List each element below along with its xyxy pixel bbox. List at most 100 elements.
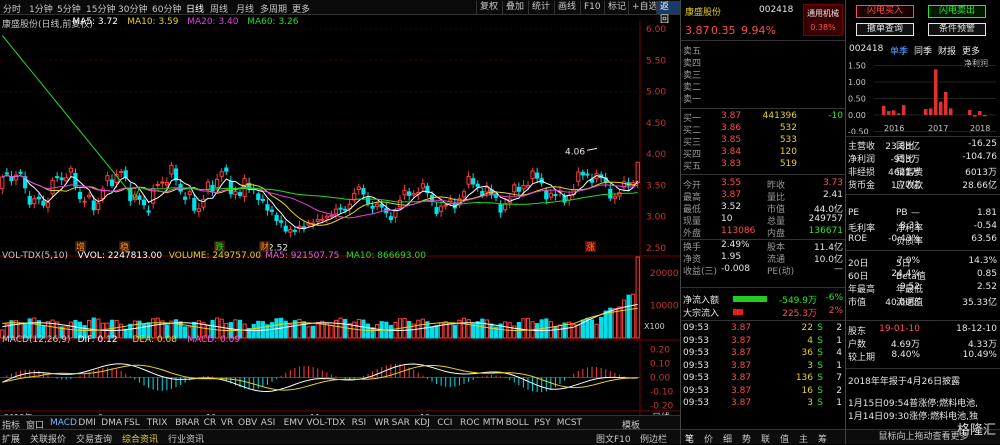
candle-body [301,226,307,229]
f10-tab[interactable]: 图文F10 [596,432,631,445]
indicator-tab-3[interactable]: DMI [78,418,95,428]
indicator-tab-2[interactable]: MACD [50,418,77,428]
perf-row: 60日 24.4% Beta值 0.85 [846,269,1000,282]
view-tab-2[interactable]: 细 [723,432,732,445]
status-tab-4[interactable]: 行业资讯 [168,432,204,445]
indicator-tab-6[interactable]: TRIX [147,418,168,428]
volume-bar [315,322,320,339]
f10-tab-1[interactable]: 同季 [914,44,932,57]
volume-bar [242,323,247,339]
indicator-tab-11[interactable]: ASI [261,418,276,428]
period-1[interactable]: 1分钟 [29,2,53,15]
fin-row-cell: 应收款 [896,181,924,191]
toolbar-button-7[interactable]: 返回 [656,1,680,25]
flow-row-cell: -6% [825,293,843,303]
period-4[interactable]: 30分钟 [118,2,147,15]
watermark: 格隆汇 [956,423,996,438]
candle-body [407,191,412,196]
candle-body [320,218,325,221]
indicator-tab-21[interactable]: BOLL [506,418,529,428]
toolbar-button-1[interactable]: 叠加 [502,1,527,14]
sidebar-tab[interactable]: 例边栏 [640,432,667,445]
indicator-tab-20[interactable]: MTM [483,418,504,428]
candle-body [45,202,51,208]
view-tab-0[interactable]: 笔 [685,432,694,445]
period-0[interactable]: 分时 [3,2,21,15]
val-row: 毛利率 8.31 净利率 -0.54 [846,221,1000,234]
f10-tab-2[interactable]: 财报 [938,44,956,57]
indicator-tab-8[interactable]: CR [204,418,217,428]
f10-tab-3[interactable]: 更多 [962,44,980,57]
tick-row-cell: 4 [836,348,842,358]
kline-chart-area[interactable]: 6.005.505.004.504.003.503.002.504.062.52… [0,15,680,427]
period-2[interactable]: 5分钟 [57,2,81,15]
stock-header-cell: 康盛股份 [685,8,722,18]
view-tab-3[interactable]: 势 [742,432,751,445]
tick-row: 09:53 3.87 16 S 2 [681,386,845,398]
status-tab-2[interactable]: 交易查询 [76,432,112,445]
indicator-tab-10[interactable]: OBV [238,418,257,428]
volume-bar [557,324,563,339]
indicator-tab-19[interactable]: ROC [460,418,480,428]
flash-sell-button[interactable]: 闪电卖出 [928,5,986,18]
perf-row-cell: 流通值 [896,298,924,308]
status-tab-3[interactable]: 综合资讯 [122,432,158,445]
volume-bar [361,319,366,339]
perf-row: 年最高 9.52 年最低 2.52 [846,282,1000,295]
indicator-tab-13[interactable]: VOL-TDX [306,418,345,428]
indicator-tab-4[interactable]: DMA [101,418,122,428]
profit-bar [897,113,901,115]
period-3[interactable]: 15分钟 [86,2,115,15]
period-7[interactable]: 周线 [210,2,228,15]
indicator-tab-9[interactable]: VR [221,418,233,428]
sell-level: 卖四 [681,56,845,69]
candle-body [82,200,87,203]
f10-tab-0[interactable]: 单季 [890,44,908,57]
event-tag[interactable]: 涨 [586,242,595,253]
buy-level: 买二 3.86 532 [681,123,845,136]
indicator-tab-12[interactable]: EMV [284,418,304,428]
alert-button[interactable]: 条件预警 [928,23,986,36]
toolbar-button-3[interactable]: 画线 [554,1,579,14]
ma60-legend: MA60: 3.26 [247,17,299,27]
fin-row: 货币金 1.77亿 应收款 28.66亿 [846,178,1000,191]
period-5[interactable]: 60分钟 [152,2,181,15]
indicator-tab-7[interactable]: BRAR [175,418,199,428]
tick-row-cell: S [817,348,823,358]
status-tab-0[interactable]: 扩展 [2,432,20,445]
toolbar-button-5[interactable]: 标记 [604,1,629,14]
indicator-tab-17[interactable]: KDJ [414,418,430,428]
period-8[interactable]: 月线 [236,2,254,15]
indicator-tab-15[interactable]: WR [374,418,389,428]
candle-body [361,188,366,195]
candle-body [585,173,590,176]
indicator-tab-18[interactable]: CCI [437,418,452,428]
period-9[interactable]: 多周期 [260,2,287,15]
view-tab-1[interactable]: 价 [704,432,713,445]
toolbar-button-4[interactable]: F10 [580,1,604,14]
indicator-tab-16[interactable]: SAR [392,418,410,428]
indicator-tab-14[interactable]: RSI [352,418,367,428]
period-6[interactable]: 日线 [186,2,204,15]
macd-tick-label: 0.00 [650,374,670,384]
volume-bar [119,323,124,339]
status-tab-1[interactable]: 关联报价 [30,432,66,445]
val-row-cell: — [911,208,920,218]
profit-bar [887,111,891,115]
order-query-button[interactable]: 撤单查询 [856,23,914,36]
view-tab-5[interactable]: 值 [780,432,789,445]
volume-bar [525,318,531,339]
toolbar-button-0[interactable]: 复权 [476,1,501,14]
view-tab-7[interactable]: 筹 [818,432,827,445]
period-10[interactable]: 更多 [292,2,310,15]
tick-row-cell: 3.87 [731,335,752,346]
indicator-tab-5[interactable]: FSL [124,418,140,428]
volume-bar [635,256,640,339]
toolbar-button-2[interactable]: 统计 [528,1,553,14]
view-tab-6[interactable]: 主 [799,432,808,445]
view-tab-4[interactable]: 联 [761,432,770,445]
flash-buy-button[interactable]: 闪电买入 [856,5,914,18]
indicator-tab-23[interactable]: MCST [557,418,582,428]
tick-row-cell: 1 [836,360,842,371]
indicator-tab-22[interactable]: PSY [534,418,551,428]
